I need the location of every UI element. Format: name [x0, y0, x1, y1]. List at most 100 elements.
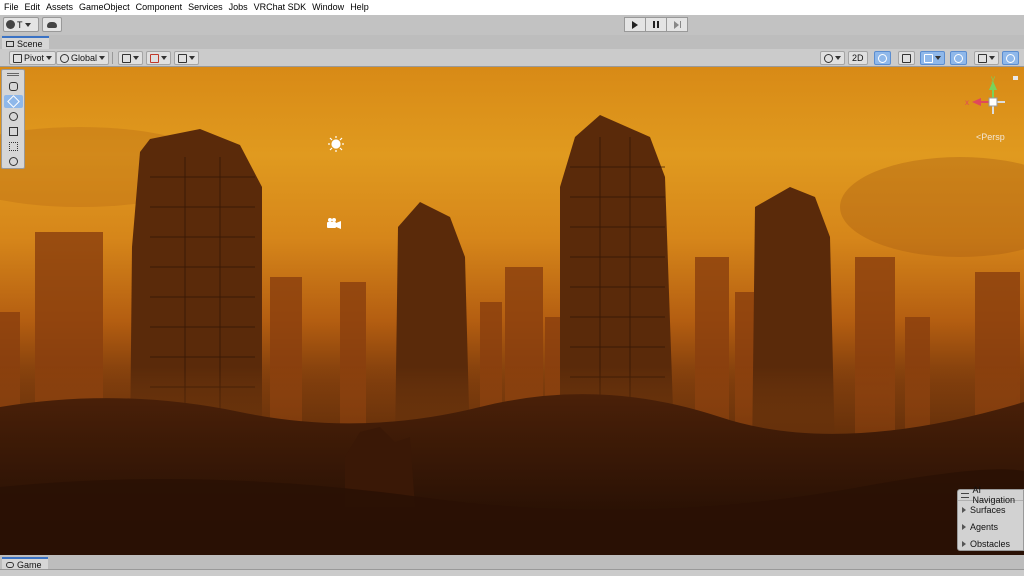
menu-file[interactable]: File	[3, 0, 24, 15]
globe-icon	[60, 53, 69, 63]
game-icon	[6, 561, 14, 568]
scene-icon	[6, 40, 14, 47]
hidden-objects-toggle[interactable]	[950, 51, 967, 65]
projection-toggle[interactable]: <Persp	[976, 132, 1005, 142]
menu-assets[interactable]: Assets	[45, 0, 78, 15]
ai-nav-item-obstacles[interactable]: Obstacles	[958, 535, 1023, 552]
palette-grip-icon[interactable]	[7, 73, 19, 76]
ai-nav-item-agents[interactable]: Agents	[958, 518, 1023, 535]
snap-increment-dropdown[interactable]	[146, 51, 171, 65]
scene-viewport[interactable]	[0, 67, 1024, 555]
move-tool-button[interactable]	[4, 95, 23, 108]
gizmo-x-label: x	[965, 98, 969, 107]
scale-tool-button[interactable]	[4, 125, 23, 138]
pivot-dropdown[interactable]: Pivot	[9, 51, 57, 65]
cloud-icon	[47, 21, 57, 28]
menu-edit[interactable]: Edit	[24, 0, 46, 15]
game-toolbar	[0, 569, 1024, 576]
layers-icon	[924, 53, 933, 63]
expand-arrow-icon	[962, 523, 966, 530]
scene-skybox-image	[0, 115, 1024, 555]
main-toolbar: T	[0, 15, 1024, 35]
rect-icon	[9, 142, 18, 151]
grid-snap-dropdown[interactable]	[118, 51, 143, 65]
hand-tool-button[interactable]	[4, 80, 23, 93]
speaker-icon	[902, 53, 911, 63]
incremental-snap-dropdown[interactable]	[174, 51, 199, 65]
lighting-toggle[interactable]	[874, 51, 891, 65]
persp-label: Persp	[981, 132, 1005, 142]
ai-nav-item-label: Obstacles	[970, 538, 1011, 549]
ruler-icon	[178, 53, 187, 63]
chevron-down-icon	[835, 56, 841, 60]
tab-scene[interactable]: Scene	[2, 36, 49, 49]
snap-icon	[150, 53, 159, 63]
chevron-down-icon	[935, 56, 941, 60]
toggle-2d-button[interactable]: 2D	[848, 51, 868, 65]
gizmo-y-label: y	[991, 74, 995, 83]
effects-dropdown[interactable]	[920, 51, 945, 65]
ai-navigation-header[interactable]: AI Navigation	[958, 485, 1023, 505]
camera-gizmo-icon	[327, 218, 341, 229]
pause-icon	[653, 21, 659, 28]
ai-navigation-title: AI Navigation	[972, 485, 1016, 505]
menu-window[interactable]: Window	[311, 0, 349, 15]
pivot-label: Pivot	[24, 53, 45, 63]
global-dropdown[interactable]: Global	[56, 51, 110, 65]
game-tab-bar: Game	[0, 555, 1024, 570]
scene-tab-bar: Scene	[0, 35, 1024, 49]
directional-light-icon	[328, 136, 344, 152]
menu-component[interactable]: Component	[135, 0, 188, 15]
menu-jobs[interactable]: Jobs	[228, 0, 253, 15]
pivot-icon	[13, 53, 22, 63]
tab-game-label: Game	[17, 559, 42, 570]
rotate-icon	[9, 112, 18, 121]
chevron-down-icon	[161, 56, 167, 60]
play-icon	[632, 20, 638, 29]
chevron-down-icon	[133, 56, 139, 60]
menu-bar: File Edit Assets GameObject Component Se…	[0, 0, 1024, 15]
shading-icon	[824, 53, 833, 63]
account-dropdown[interactable]: T	[3, 17, 39, 32]
camera-icon	[978, 53, 987, 63]
toggle-2d-label: 2D	[852, 53, 864, 63]
camera-dropdown[interactable]	[974, 51, 999, 65]
cloud-button[interactable]	[42, 17, 62, 32]
transform-tool-button[interactable]	[4, 155, 23, 168]
step-button[interactable]	[666, 17, 688, 32]
menu-help[interactable]: Help	[349, 0, 374, 15]
lock-icon	[1013, 76, 1018, 80]
chevron-down-icon	[989, 56, 995, 60]
ai-nav-item-label: Surfaces	[970, 504, 1006, 515]
light-bulb-icon	[878, 53, 887, 63]
gizmos-icon	[1006, 53, 1015, 63]
play-controls	[624, 17, 688, 32]
chevron-down-icon	[189, 56, 195, 60]
eye-slash-icon	[954, 53, 963, 63]
tool-palette	[1, 69, 25, 169]
chevron-down-icon	[24, 22, 31, 27]
scale-icon	[9, 127, 18, 136]
step-icon	[673, 20, 681, 29]
rotate-tool-button[interactable]	[4, 110, 23, 123]
hand-icon	[9, 82, 18, 91]
audio-toggle[interactable]	[898, 51, 915, 65]
expand-arrow-icon	[962, 506, 966, 513]
scene-toolbar: Pivot Global 2D	[0, 49, 1024, 67]
expand-arrow-icon	[962, 540, 966, 547]
ai-navigation-overlay: AI Navigation Surfaces Agents Obstacles	[957, 485, 1024, 552]
menu-gameobject[interactable]: GameObject	[78, 0, 135, 15]
play-button[interactable]	[624, 17, 646, 32]
global-label: Global	[71, 53, 98, 63]
account-label: T	[17, 19, 23, 30]
menu-vrchat-sdk[interactable]: VRChat SDK	[253, 0, 312, 15]
tab-scene-label: Scene	[17, 38, 43, 49]
grid-icon	[122, 53, 131, 63]
rect-tool-button[interactable]	[4, 140, 23, 153]
pause-button[interactable]	[645, 17, 667, 32]
menu-services[interactable]: Services	[187, 0, 228, 15]
gizmos-dropdown[interactable]	[1002, 51, 1019, 65]
ai-nav-item-label: Agents	[970, 521, 999, 532]
shading-mode-dropdown[interactable]	[820, 51, 845, 65]
transform-icon	[9, 157, 18, 166]
